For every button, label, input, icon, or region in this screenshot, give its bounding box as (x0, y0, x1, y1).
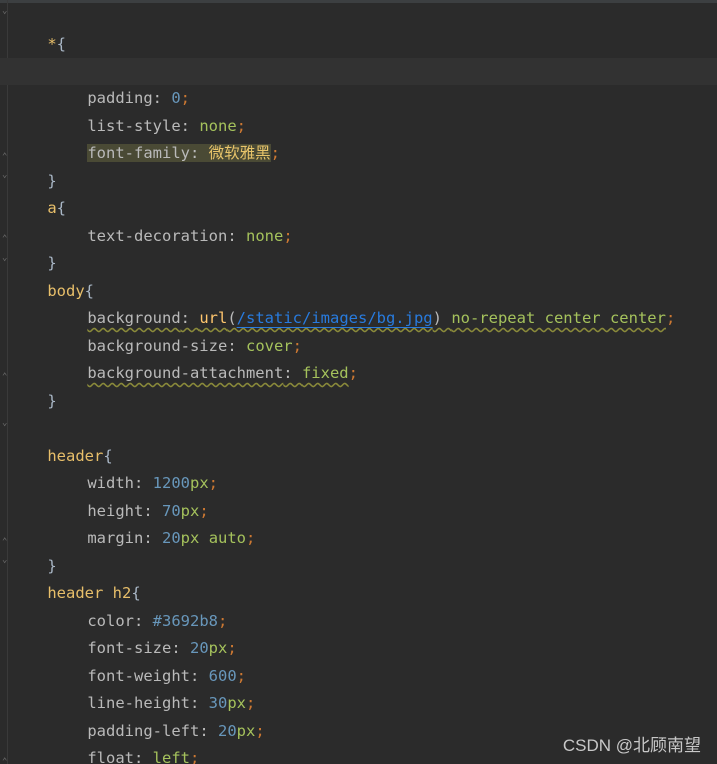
fold-close-icon[interactable]: ⌃ (2, 153, 10, 162)
code-line-15[interactable] (0, 388, 717, 415)
code-line-8[interactable]: text-decoration: none; (0, 196, 717, 245)
code-line-14[interactable]: ⌃} (0, 361, 717, 411)
fold-open-icon[interactable]: ⌄ (2, 556, 10, 565)
code-line-11[interactable]: background: url(/static/images/bg.jpg) n… (0, 278, 717, 327)
code-line-4[interactable]: list-style: none; (0, 86, 717, 135)
code-line-17[interactable]: width: 1200px; (0, 443, 717, 492)
code-line-7[interactable]: ⌄ a{ (0, 168, 717, 218)
watermark: CSDN @北顾南望 (562, 736, 701, 755)
code-line-26[interactable]: padding-left: 20px; (0, 691, 717, 740)
fold-open-icon[interactable]: ⌄ (2, 254, 10, 263)
fold-close-icon[interactable]: ⌃ (2, 373, 10, 382)
code-line-10[interactable]: ⌄ body{ (0, 251, 717, 301)
code-line-23[interactable]: font-size: 20px; (0, 608, 717, 657)
code-line-19[interactable]: margin: 20px auto; (0, 498, 717, 547)
fold-open-icon[interactable]: ⌄ (2, 7, 10, 16)
fold-close-icon[interactable]: ⌃ (2, 758, 10, 764)
code-line-21[interactable]: ⌄ header h2{ (0, 553, 717, 603)
code-line-13[interactable]: background-attachment: fixed; (0, 333, 717, 382)
fold-open-icon[interactable]: ⌄ (2, 171, 10, 180)
code-line-24[interactable]: font-weight: 600; (0, 636, 717, 685)
code-line-2[interactable]: margin: 0; (0, 31, 717, 80)
editor-top-border (0, 0, 717, 3)
fold-close-icon[interactable]: ⌃ (2, 235, 10, 244)
code-line-1[interactable]: ⌄ *{ (0, 4, 717, 54)
fold-close-icon[interactable]: ⌃ (2, 538, 10, 547)
code-line-9[interactable]: ⌃} (0, 223, 717, 273)
code-line-22[interactable]: color: #3692b8; (0, 581, 717, 630)
code-line-25[interactable]: line-height: 30px; (0, 663, 717, 712)
code-line-16[interactable]: ⌄ header{ (0, 416, 717, 466)
fold-open-icon[interactable]: ⌄ (2, 419, 10, 428)
code-editor[interactable]: ⌄*{ margin: 0; padding: 0; list-style: n… (0, 0, 717, 764)
code-line-3-current[interactable]: padding: 0; (0, 58, 717, 107)
code-line-18[interactable]: height: 70px; (0, 471, 717, 520)
code-line-20[interactable]: ⌃} (0, 526, 717, 576)
code-line-6[interactable]: ⌃} (0, 141, 717, 191)
code-line-5[interactable]: font-family: 微软雅黑; (0, 113, 717, 162)
code-line-12[interactable]: background-size: cover; (0, 306, 717, 355)
